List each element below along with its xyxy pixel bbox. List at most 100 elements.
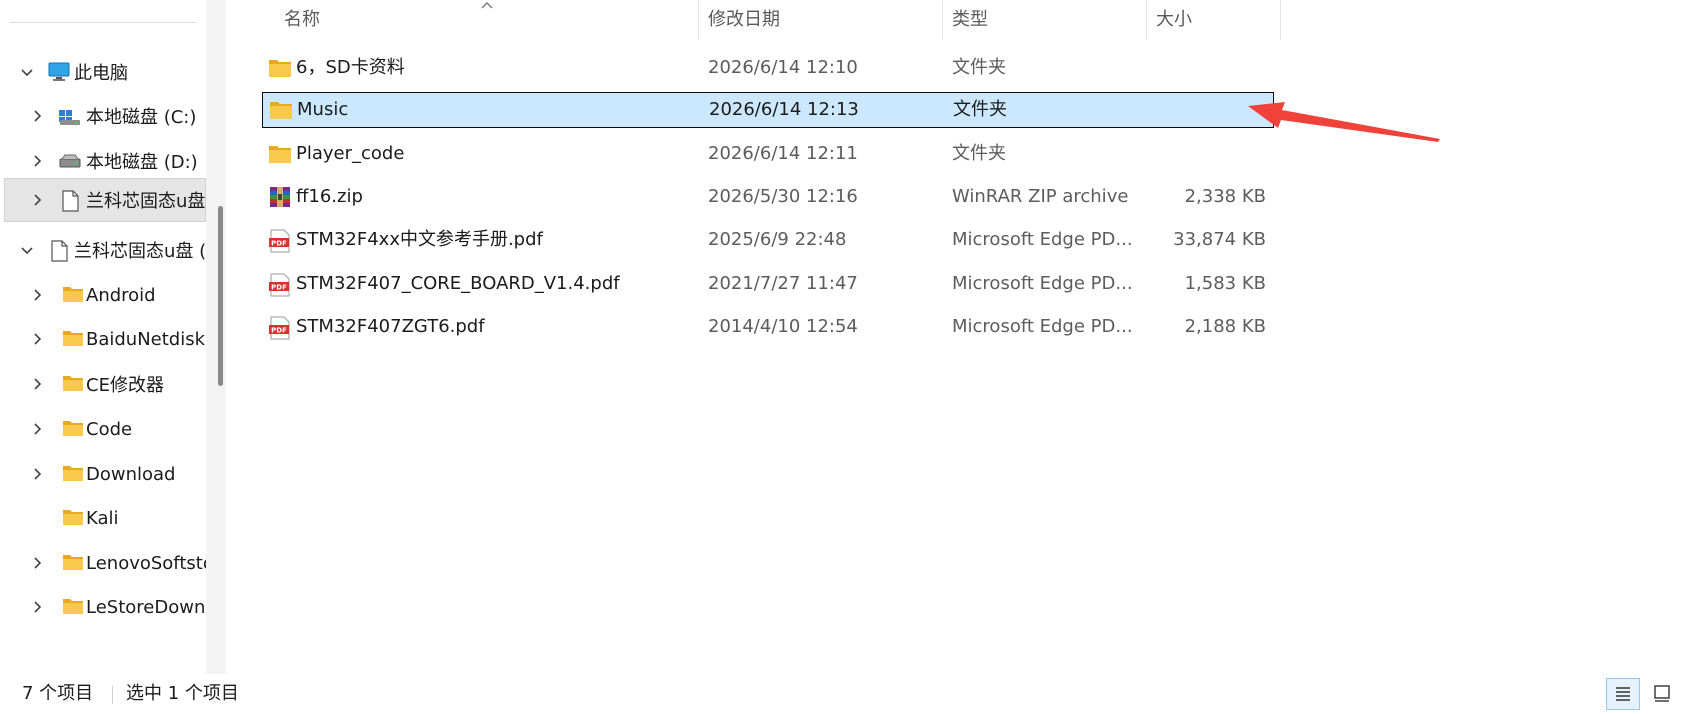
details-view-icon [1616,687,1630,701]
file-type: 文件夹 [952,57,1006,78]
sidebar-item-android[interactable]: Android [4,273,206,317]
folder-icon [62,285,84,305]
chevron-right-icon[interactable] [30,109,44,123]
folder-icon [62,374,84,394]
sidebar-item-baidunetdisk[interactable]: BaiduNetdisk [4,317,206,361]
folder-icon [62,597,84,617]
sidebar-item-label: 此电脑 [74,63,128,84]
file-row[interactable]: Player_code 2026/6/14 12:11 文件夹 [262,136,1274,172]
file-size: 1,583 KB [1184,273,1266,294]
chevron-right-icon[interactable] [30,288,44,302]
selection-count: 选中 1 个项目 [126,683,239,704]
sidebar-item-usb-drive[interactable]: 兰科芯固态u盘 [4,178,206,222]
file-row[interactable]: PDF STM32F407ZGT6.pdf 2014/4/10 12:54 Mi… [262,309,1274,345]
sidebar-item-lestoredownload[interactable]: LeStoreDown [4,585,206,629]
sidebar-item-code[interactable]: Code [4,407,206,451]
file-size: 33,874 KB [1173,229,1266,250]
status-divider [112,686,113,704]
pdf-icon: PDF [268,316,292,340]
file-row[interactable]: 6，SD卡资料 2026/6/14 12:10 文件夹 [262,50,1274,86]
sidebar-item-kali[interactable]: Kali [4,496,206,540]
folder-icon [268,143,292,165]
sidebar-item-label: Kali [86,507,119,529]
chevron-right-icon[interactable] [30,600,44,614]
file-name: Music [297,99,349,120]
column-header-type[interactable]: 类型 [942,0,1146,40]
file-date: 2026/5/30 12:16 [708,186,858,207]
file-row[interactable]: PDF STM32F4xx中文参考手册.pdf 2025/6/9 22:48 M… [262,222,1274,258]
sidebar-item-label: 本地磁盘 (D:) [86,152,198,173]
sidebar-item-download[interactable]: Download [4,452,206,496]
column-divider[interactable] [1280,0,1281,40]
chevron-right-icon[interactable] [30,193,44,207]
sidebar-item-label: 兰科芯固态u盘 ( [74,241,207,262]
sidebar-item-label: Code [86,418,133,440]
file-row[interactable]: PDF STM32F407_CORE_BOARD_V1.4.pdf 2021/7… [262,266,1274,302]
chevron-right-icon[interactable] [30,467,44,481]
drive-icon [58,151,81,171]
sidebar-scrollbar-thumb[interactable] [218,206,223,386]
status-bar: 7 个项目 选中 1 个项目 [0,674,1686,714]
pdf-icon: PDF [268,229,292,253]
chevron-right-icon[interactable] [30,154,44,168]
file-name: ff16.zip [296,186,363,207]
svg-text:PDF: PDF [271,240,287,248]
chevron-right-icon[interactable] [30,422,44,436]
sidebar-item-label: LeStoreDown [86,596,206,618]
pdf-icon: PDF [268,273,292,297]
annotation-arrow-icon [1248,102,1440,142]
file-row[interactable]: ff16.zip 2026/5/30 12:16 WinRAR ZIP arch… [262,179,1274,215]
chevron-right-icon[interactable] [30,332,44,346]
sidebar-item-label: 本地磁盘 (C:) [86,107,197,128]
document-icon [60,190,82,212]
file-type: Microsoft Edge PD... [952,316,1133,337]
chevron-down-icon[interactable] [20,65,34,79]
folder-icon [62,419,84,439]
folder-icon [62,329,84,349]
sidebar-item-label: BaiduNetdisk [86,328,206,350]
column-header-size[interactable]: 大小 [1146,0,1280,40]
sidebar-item-label: Download [86,463,176,485]
folder-icon [62,464,84,484]
sidebar-item-ce[interactable]: CE修改器 [4,362,206,406]
chevron-right-icon[interactable] [30,377,44,391]
folder-icon [62,553,84,573]
sidebar-item-drive-c[interactable]: 本地磁盘 (C:) [4,94,206,138]
file-date: 2025/6/9 22:48 [708,229,847,250]
file-size: 2,188 KB [1184,316,1266,337]
folder-icon [62,508,84,528]
monitor-icon [48,62,70,82]
sidebar-item-usb-drive-root[interactable]: 兰科芯固态u盘 ( [4,228,206,272]
sidebar-item-drive-d[interactable]: 本地磁盘 (D:) [4,139,206,183]
file-date: 2021/7/27 11:47 [708,273,858,294]
document-icon [49,240,71,262]
sidebar-item-this-pc[interactable]: 此电脑 [4,50,206,94]
column-header-name[interactable]: 名称 [274,0,696,40]
file-row-selected[interactable]: Music 2026/6/14 12:13 文件夹 [262,92,1274,128]
sidebar-item-label: Android [86,284,156,306]
file-type: 文件夹 [952,143,1006,164]
sidebar-item-label: CE修改器 [86,375,164,396]
large-icons-view-button[interactable] [1646,678,1680,710]
sidebar-scrollbar-track[interactable] [206,0,226,674]
file-type: Microsoft Edge PD... [952,273,1133,294]
column-header-date[interactable]: 修改日期 [698,0,942,40]
chevron-down-icon[interactable] [20,243,34,257]
sidebar-item-lenovosoftstore[interactable]: LenovoSoftsto [4,541,214,585]
winrar-icon [268,186,292,208]
file-date: 2014/4/10 12:54 [708,316,858,337]
file-type: WinRAR ZIP archive [952,186,1129,207]
folder-icon [268,57,292,79]
large-icons-view-icon [1654,685,1670,702]
file-date: 2026/6/14 12:10 [708,57,858,78]
file-name: STM32F407ZGT6.pdf [296,316,485,337]
navigation-pane: 此电脑 本地磁盘 (C:) 本地磁盘 (D:) 兰科芯固态u盘 兰科芯固态u盘 … [0,0,226,674]
file-name: Player_code [296,143,405,164]
svg-text:PDF: PDF [271,284,287,292]
sidebar-item-label: 兰科芯固态u盘 [86,191,206,212]
svg-text:PDF: PDF [271,327,287,335]
file-size: 2,338 KB [1184,186,1266,207]
details-view-button[interactable] [1606,678,1640,710]
file-date: 2026/6/14 12:13 [709,99,859,120]
chevron-right-icon[interactable] [30,556,44,570]
